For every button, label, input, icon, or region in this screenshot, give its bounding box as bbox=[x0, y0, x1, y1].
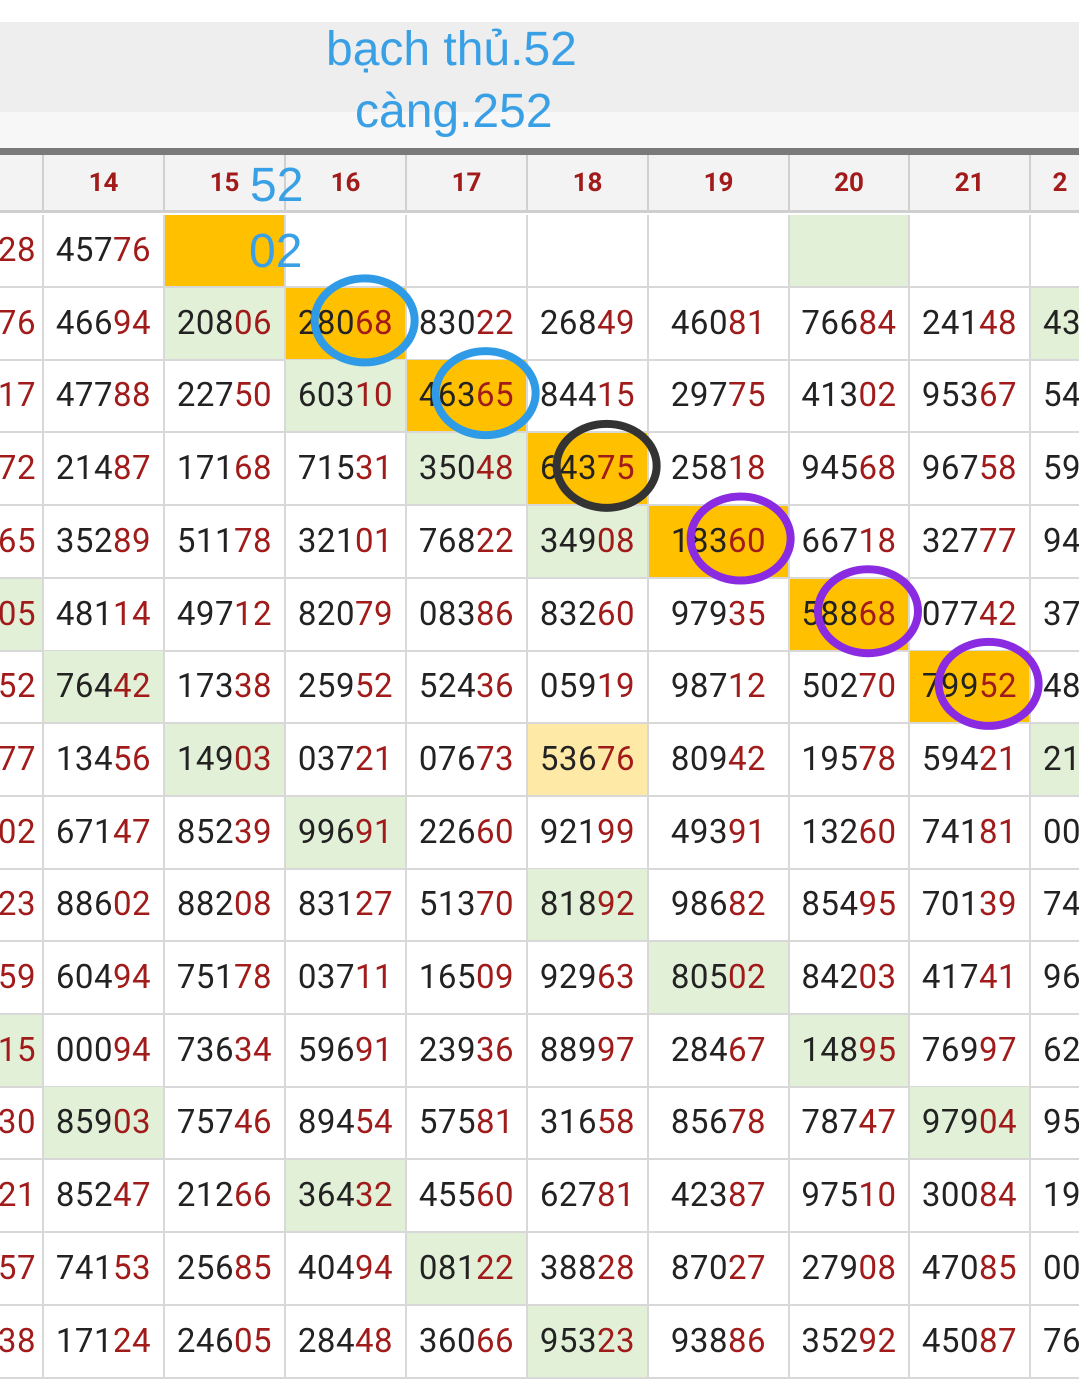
circle-annotations bbox=[310, 274, 1043, 730]
circle-mark-1 bbox=[431, 347, 540, 440]
circle-mark-4 bbox=[814, 565, 922, 658]
annotation-bach-thu: bạch thủ.52 bbox=[326, 23, 577, 76]
circle-mark-0 bbox=[310, 274, 419, 367]
annotation-number-top: 52 bbox=[250, 159, 304, 212]
circle-mark-5 bbox=[934, 637, 1043, 730]
circle-mark-2 bbox=[552, 419, 661, 512]
annotation-number-bottom: 02 bbox=[249, 225, 303, 278]
annotation-cang: càng.252 bbox=[355, 85, 553, 138]
circle-mark-3 bbox=[686, 492, 795, 585]
